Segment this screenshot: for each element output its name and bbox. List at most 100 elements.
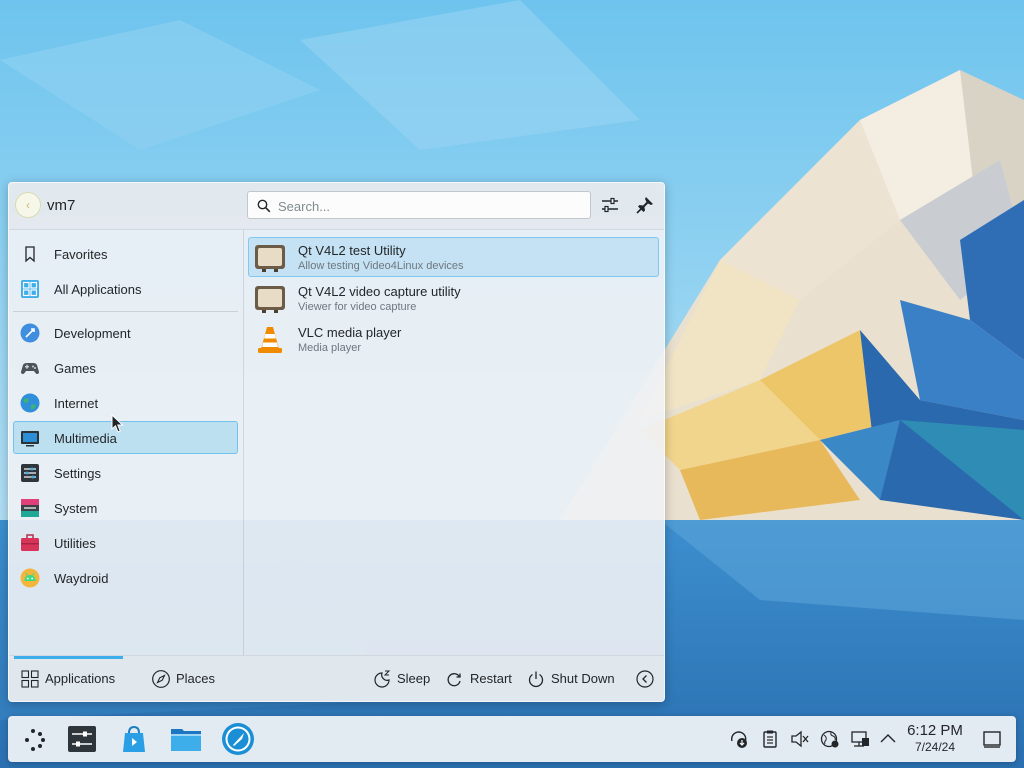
vlc-cone-icon <box>254 325 286 355</box>
app-qt-v4l2-video-capture-utility[interactable]: Qt V4L2 video capture utility Viewer for… <box>248 278 659 318</box>
system-icon <box>20 498 40 518</box>
display-network-icon <box>851 731 869 747</box>
app-name: Qt V4L2 test Utility <box>298 243 406 258</box>
category-label: Favorites <box>54 247 108 262</box>
task-web-browser[interactable] <box>220 721 256 757</box>
category-separator <box>13 311 238 312</box>
show-desktop-button[interactable] <box>981 728 1003 750</box>
category-system[interactable]: System <box>13 491 238 524</box>
category-label: Multimedia <box>54 431 117 446</box>
category-utilities[interactable]: Utilities <box>13 526 238 559</box>
volume-muted-icon <box>791 730 809 748</box>
category-settings[interactable]: Settings <box>13 456 238 489</box>
clipboard-icon <box>763 730 777 748</box>
android-icon <box>20 568 40 588</box>
category-favorites[interactable]: Favorites <box>13 237 238 270</box>
power-label: Sleep <box>397 671 431 686</box>
updates-icon <box>731 731 747 748</box>
tv-icon <box>254 243 286 273</box>
power-label: Restart <box>470 671 512 686</box>
restart-button[interactable]: Restart <box>444 668 516 690</box>
application-launcher-menu: ‹ vm7 Search... Favorites All Applicatio… <box>8 182 665 702</box>
category-label: System <box>54 501 98 516</box>
app-description: Viewer for video capture <box>298 301 417 313</box>
tray-display-network[interactable] <box>849 728 871 750</box>
development-icon <box>20 323 40 343</box>
multimedia-icon <box>20 428 40 448</box>
username-label: vm7 <box>47 197 76 214</box>
show-desktop-icon <box>983 731 1001 748</box>
more-power-options-button[interactable] <box>635 668 655 690</box>
clock-time: 6:12 PM <box>907 722 963 739</box>
category-label: Waydroid <box>54 571 109 586</box>
power-label: Shut Down <box>551 671 615 686</box>
browser-icon <box>222 723 254 755</box>
application-list: Qt V4L2 test Utility Allow testing Video… <box>244 230 664 655</box>
category-multimedia[interactable]: Multimedia <box>13 421 238 454</box>
grid-icon <box>20 279 40 299</box>
launcher-footer: Applications Places Sleep Restart Shut D… <box>9 655 664 701</box>
search-icon <box>257 199 271 213</box>
app-description: Media player <box>298 342 361 354</box>
toolbox-icon <box>20 533 40 553</box>
tab-places[interactable]: Places <box>151 668 221 690</box>
applications-grid-icon <box>20 669 40 689</box>
globe-icon <box>20 393 40 413</box>
app-description: Allow testing Video4Linux devices <box>298 260 464 272</box>
tab-label: Places <box>176 671 216 686</box>
search-field[interactable] <box>247 191 591 219</box>
sleep-button[interactable]: Sleep <box>373 668 433 690</box>
configure-sliders-icon <box>602 197 618 213</box>
active-tab-indicator <box>14 656 123 659</box>
category-sidebar: Favorites All Applications Development G… <box>9 230 244 655</box>
category-label: All Applications <box>54 282 142 297</box>
application-launcher-button[interactable] <box>16 721 52 757</box>
configure-button[interactable] <box>599 194 623 218</box>
clock-date: 7/24/24 <box>914 740 956 754</box>
compass-icon <box>151 669 171 689</box>
category-label: Utilities <box>54 536 96 551</box>
mouse-cursor-icon <box>111 414 124 433</box>
task-system-settings[interactable] <box>64 721 100 757</box>
task-file-manager[interactable] <box>168 721 204 757</box>
chevron-left-circle-icon <box>635 669 655 689</box>
user-avatar-icon[interactable]: ‹ <box>15 192 41 218</box>
app-qt-v4l2-test-utility[interactable]: Qt V4L2 test Utility Allow testing Video… <box>248 237 659 277</box>
pin-icon <box>636 197 653 214</box>
discover-store-icon <box>123 725 145 752</box>
app-vlc-media-player[interactable]: VLC media player Media player <box>248 319 659 359</box>
power-icon <box>526 669 546 689</box>
task-discover[interactable] <box>116 721 152 757</box>
category-all-applications[interactable]: All Applications <box>13 272 238 305</box>
launcher-header: ‹ vm7 <box>9 183 664 230</box>
network-globe-icon <box>820 730 839 748</box>
app-name: VLC media player <box>298 325 402 340</box>
folder-icon <box>171 729 201 751</box>
category-games[interactable]: Games <box>13 351 238 384</box>
settings-icon <box>20 463 40 483</box>
category-label: Games <box>54 361 96 376</box>
shut-down-button[interactable]: Shut Down <box>526 668 618 690</box>
gamepad-icon <box>20 358 40 378</box>
bookmark-icon <box>20 244 40 264</box>
sleep-icon <box>373 669 393 689</box>
tray-clipboard[interactable] <box>759 728 781 750</box>
tray-updates[interactable] <box>728 728 750 750</box>
tray-volume[interactable] <box>789 728 811 750</box>
tv-icon <box>254 284 286 314</box>
category-label: Development <box>54 326 131 341</box>
system-settings-icon <box>68 726 96 752</box>
category-internet[interactable]: Internet <box>13 386 238 419</box>
category-development[interactable]: Development <box>13 316 238 349</box>
chevron-up-icon <box>880 734 896 743</box>
pin-button[interactable] <box>634 194 658 218</box>
search-input[interactable] <box>276 196 580 216</box>
tab-label: Applications <box>45 671 116 686</box>
category-label: Internet <box>54 396 99 411</box>
category-waydroid[interactable]: Waydroid <box>13 561 238 594</box>
category-label: Settings <box>54 466 101 481</box>
taskbar-panel: 6:12 PM 7/24/24 <box>8 716 1016 762</box>
tray-network[interactable] <box>819 728 841 750</box>
tab-applications[interactable]: Applications <box>20 668 125 690</box>
tray-expand-button[interactable] <box>877 728 899 750</box>
